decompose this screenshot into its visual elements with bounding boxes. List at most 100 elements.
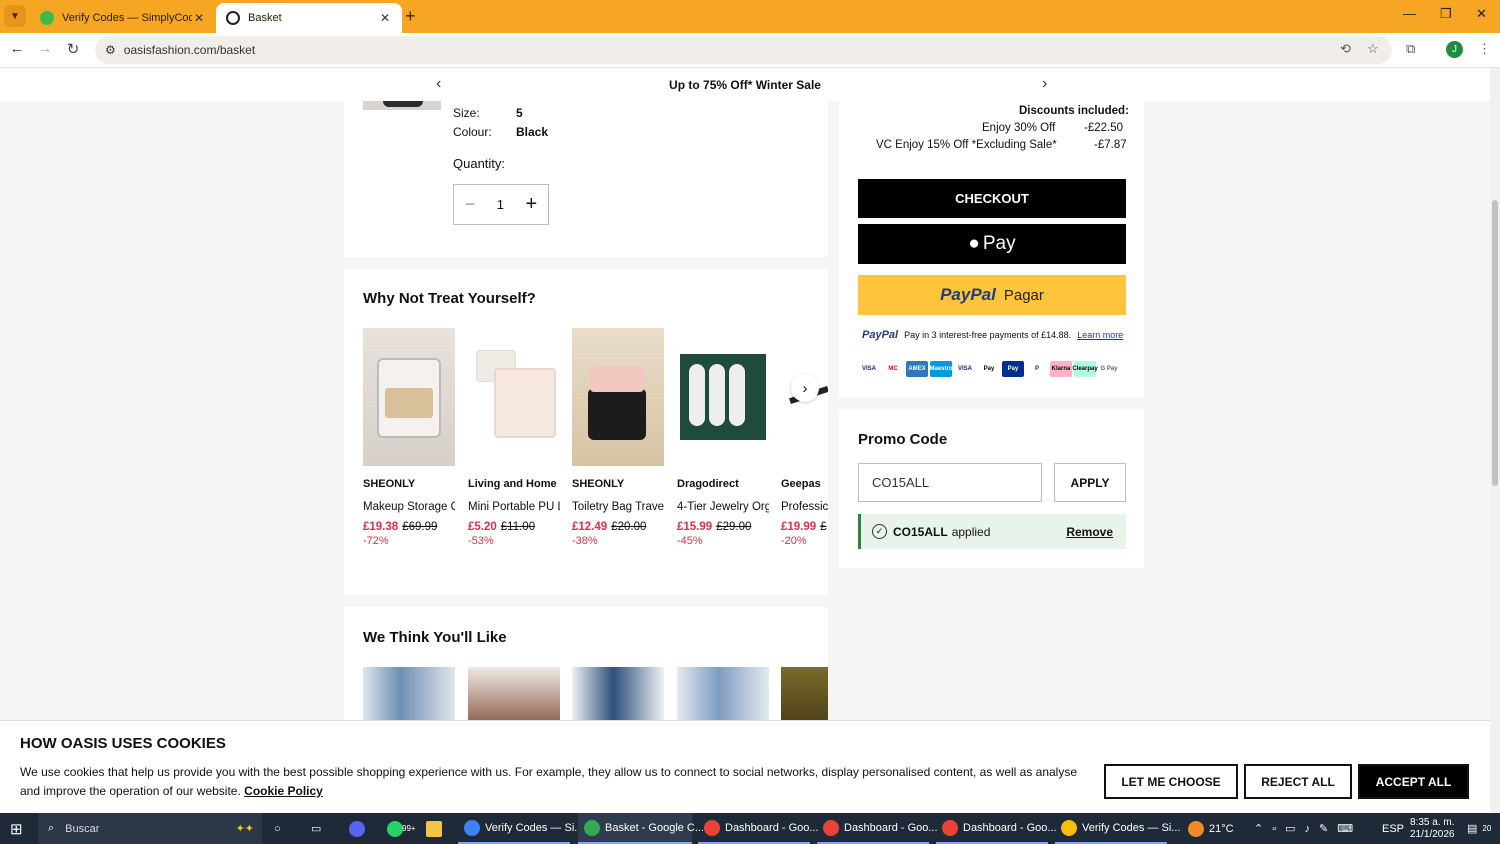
promo-next-icon[interactable]: › (1042, 75, 1047, 93)
checkout-button[interactable]: CHECKOUT (858, 179, 1126, 218)
discount-label: VC Enjoy 15% Off *Excluding Sale* (876, 139, 1057, 151)
cookie-title: HOW OASIS USES COOKIES (20, 735, 226, 752)
taskbar-window[interactable]: Verify Codes — Si... (458, 813, 583, 844)
reload-icon[interactable]: ↻ (63, 40, 83, 58)
forward-icon[interactable]: → (35, 40, 55, 57)
product-was-price: £69.99 (402, 521, 438, 533)
cortana-icon[interactable]: ○ (274, 813, 281, 844)
tab-title: Basket (248, 12, 282, 24)
bookmark-star-icon[interactable]: ☆ (1367, 41, 1379, 57)
extensions-icon[interactable]: ⧉ (1406, 41, 1415, 57)
back-icon[interactable]: ← (7, 40, 27, 57)
let-me-choose-button[interactable]: LET ME CHOOSE (1104, 764, 1238, 799)
scrollbar-thumb[interactable] (1492, 200, 1498, 486)
product-image[interactable] (468, 328, 560, 466)
translate-icon[interactable]: ⟲ (1340, 41, 1351, 57)
quantity-stepper: − 1 + (453, 184, 549, 225)
cookie-policy-link[interactable]: Cookie Policy (244, 784, 323, 798)
system-tray[interactable]: ⌃ ▫ ▭ ♪ ✎ ⌨ (1254, 813, 1353, 844)
payment-method-icon: Klarna (1050, 361, 1072, 377)
profile-avatar[interactable]: J (1446, 41, 1463, 58)
product-card[interactable]: SHEONLY Toiletry Bag Travel Bag... £12.4… (572, 328, 667, 547)
address-bar[interactable]: ⚙ oasisfashion.com/basket (95, 36, 1392, 64)
minus-icon[interactable]: − (465, 194, 476, 215)
paypal-learn-more[interactable]: Learn more (1077, 330, 1123, 340)
product-discount: -72% (363, 535, 389, 547)
promo-prev-icon[interactable]: ‹ (436, 75, 441, 93)
file-explorer-icon[interactable] (426, 813, 442, 844)
taskbar-window[interactable]: Verify Codes — Si... (1055, 813, 1180, 844)
payment-method-icon: AMEX (906, 361, 928, 377)
product-image[interactable] (468, 667, 560, 727)
promo-code-input[interactable]: CO15ALL (858, 463, 1042, 502)
paypal-button[interactable]: PayPal Pagar (858, 275, 1126, 315)
payment-method-icon: Maestro (930, 361, 953, 377)
product-discount: -45% (677, 535, 703, 547)
menu-kebab-icon[interactable]: ⋮ (1478, 41, 1491, 57)
cookie-banner: HOW OASIS USES COOKIES We use cookies th… (0, 720, 1490, 813)
applied-code: CO15ALL (893, 524, 948, 539)
discount-amount: -£7.87 (1094, 139, 1127, 151)
apple-pay-button[interactable]: ● Pay (858, 224, 1126, 264)
apply-button[interactable]: APPLY (1054, 463, 1126, 502)
tab-verify-codes[interactable]: Verify Codes — SimplyCodes ✕ (30, 3, 216, 33)
clock[interactable]: 8:35 a. m. 21/1/2026 (1410, 813, 1455, 844)
product-image[interactable] (677, 328, 769, 466)
colour-value: Black (516, 125, 549, 139)
page-scrollbar[interactable] (1490, 68, 1500, 813)
site-settings-icon[interactable]: ⚙ (105, 43, 116, 57)
product-name[interactable]: Makeup Storage Organiser with... (363, 499, 455, 515)
restore-icon[interactable]: ❐ (1440, 6, 1452, 22)
paypal-logo: PayPal (940, 285, 996, 304)
reject-all-button[interactable]: REJECT ALL (1244, 764, 1352, 799)
discord-icon[interactable] (349, 813, 365, 844)
plus-icon[interactable]: + (526, 193, 538, 216)
product-card[interactable]: Living and Home Mini Portable PU Leather… (468, 328, 563, 547)
windows-start-icon[interactable]: ⊞ (10, 813, 23, 844)
quantity-value[interactable]: 1 (497, 197, 504, 212)
task-view-icon[interactable]: ▭ (311, 813, 321, 844)
product-card[interactable]: Dragodirect 4-Tier Jewelry Organizer Box… (677, 328, 772, 547)
product-name[interactable]: 4-Tier Jewelry Organizer Box... (677, 499, 769, 515)
promo-text[interactable]: Up to 75% Off* Winter Sale (669, 78, 821, 92)
taskbar-window[interactable]: Dashboard - Goo... (698, 813, 819, 844)
product-image[interactable] (781, 667, 828, 727)
chrome-icon (464, 819, 480, 836)
product-card[interactable]: Geepas Professic Digital Cu £19.99£ -20% (781, 328, 828, 547)
tab-search-button[interactable]: ▼ (4, 5, 26, 27)
close-tab-icon[interactable]: ✕ (378, 11, 392, 25)
product-name[interactable]: Toiletry Bag Travel Bag... (572, 499, 664, 515)
product-image[interactable] (572, 667, 664, 727)
product-image[interactable] (363, 328, 455, 466)
product-name[interactable]: Professic Digital Cu (781, 499, 828, 515)
date: 21/1/2026 (1410, 829, 1455, 840)
product-was-price: £29.00 (716, 521, 752, 533)
taskbar-window[interactable]: Dashboard - Goo... (936, 813, 1057, 844)
whatsapp-icon[interactable]: 99+ (387, 813, 416, 844)
product-image[interactable] (363, 667, 455, 727)
language-indicator[interactable]: ESP (1382, 813, 1404, 844)
notifications-icon[interactable]: ▤ 20 (1467, 813, 1491, 844)
weather-widget[interactable]: 21°C (1188, 813, 1234, 844)
cookie-body: We use cookies that help us provide you … (20, 765, 1078, 798)
product-price: £5.20 (468, 521, 497, 533)
product-card[interactable]: SHEONLY Makeup Storage Organiser with...… (363, 328, 458, 547)
taskbar-search[interactable]: ⌕ Buscar ✦✦ (38, 813, 262, 844)
product-image[interactable] (572, 328, 664, 466)
product-name[interactable]: Mini Portable PU Leather Jewelr... (468, 499, 560, 515)
cookie-text: We use cookies that help us provide you … (20, 763, 1085, 801)
minimize-icon[interactable]: — (1403, 6, 1416, 21)
tab-basket[interactable]: Basket ✕ (216, 3, 402, 33)
remove-promo-link[interactable]: Remove (1066, 525, 1113, 539)
basket-item-image[interactable] (363, 101, 441, 110)
carousel-next-icon[interactable]: › (791, 374, 819, 402)
close-window-icon[interactable]: ✕ (1476, 6, 1487, 22)
url-text: oasisfashion.com/basket (123, 43, 256, 57)
product-image[interactable] (677, 667, 769, 727)
taskbar-window[interactable]: Basket - Google C... (578, 813, 704, 844)
accept-all-button[interactable]: ACCEPT ALL (1358, 764, 1469, 799)
close-tab-icon[interactable]: ✕ (192, 11, 206, 25)
taskbar-window[interactable]: Dashboard - Goo... (817, 813, 938, 844)
oasis-favicon-icon (226, 11, 240, 25)
new-tab-icon[interactable]: + (405, 6, 416, 27)
